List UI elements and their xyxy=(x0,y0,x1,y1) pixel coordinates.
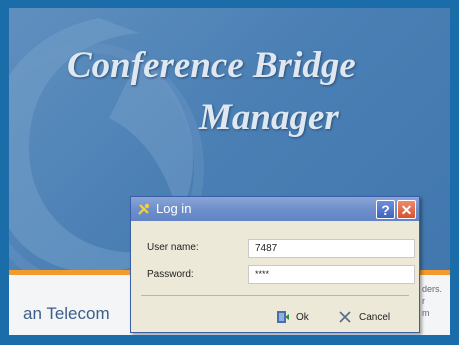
side-text-line: r xyxy=(422,296,425,306)
app-title-line1: Conference Bridge xyxy=(67,45,356,86)
door-icon xyxy=(277,311,289,323)
brand-text: an Telecom xyxy=(23,304,110,323)
dialog-divider xyxy=(141,295,409,296)
dialog-title: Log in xyxy=(156,201,192,216)
cancel-label: Cancel xyxy=(359,311,391,323)
ok-button[interactable]: Ok xyxy=(274,306,324,328)
help-button[interactable]: ? xyxy=(376,200,395,219)
cancel-button[interactable]: Cancel xyxy=(337,306,407,328)
x-icon xyxy=(339,311,351,323)
username-label: User name: xyxy=(147,242,199,253)
app-title-line2: Manager xyxy=(199,97,339,138)
side-text-line: ders. xyxy=(422,284,443,294)
login-dialog: Log in ? ✕ User name: 7487 Password: ***… xyxy=(130,196,420,333)
username-field[interactable]: 7487 xyxy=(248,239,415,258)
close-button[interactable]: ✕ xyxy=(397,200,416,219)
side-text: ders. r m xyxy=(422,283,442,319)
ok-label: Ok xyxy=(296,311,309,323)
app-background: Conference Bridge Manager an Telecom der… xyxy=(9,8,450,335)
outer-frame: Conference Bridge Manager an Telecom der… xyxy=(0,0,459,345)
password-field[interactable]: **** xyxy=(248,265,415,284)
side-text-line: m xyxy=(422,308,430,318)
password-label: Password: xyxy=(147,269,194,280)
key-icon xyxy=(138,203,150,215)
dialog-titlebar[interactable]: Log in ? ✕ xyxy=(131,197,419,221)
